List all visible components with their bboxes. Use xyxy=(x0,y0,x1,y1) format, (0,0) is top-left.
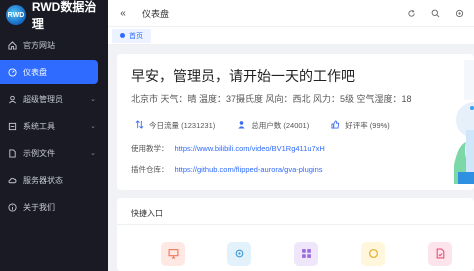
sidebar-item-super-admin[interactable]: 超级管理员 ⌄ xyxy=(0,87,102,111)
chevron-down-icon: ⌄ xyxy=(90,123,96,130)
plugin-link[interactable]: https://github.com/flipped-aurora/gva-pl… xyxy=(175,165,323,174)
tool-icon xyxy=(8,122,17,131)
collapse-sidebar-icon[interactable]: « xyxy=(108,8,138,19)
stat-label: 总用户数 (24001) xyxy=(251,121,310,130)
breadcrumb: 仪表盘 xyxy=(142,8,170,19)
brand-name: RWD数据治理 xyxy=(31,0,97,31)
sidebar-item-sample-files[interactable]: 示例文件 ⌄ xyxy=(0,141,102,165)
dashboard-illustration xyxy=(454,60,474,184)
sidebar: RWD RWD数据治理 官方网站 仪表盘 超级管理员 ⌄ 系统工具 ⌄ 示例文件… xyxy=(0,0,108,271)
chevron-down-icon: ⌄ xyxy=(90,96,96,103)
cloud-icon xyxy=(8,176,17,185)
sidebar-menu: 官方网站 仪表盘 超级管理员 ⌄ 系统工具 ⌄ 示例文件 ⌄ 服务器状态 关于我… xyxy=(0,33,108,219)
sidebar-item-dashboard[interactable]: 仪表盘 xyxy=(0,60,98,84)
tab-label: 首页 xyxy=(129,32,143,40)
quick-entry-title: 快捷入口 xyxy=(131,209,163,218)
stats-row: 今日流量 (1231231) 总用户数 (24001) 好评率 (99%) xyxy=(135,120,390,131)
monitor-icon xyxy=(168,248,179,261)
settings-icon xyxy=(234,248,245,261)
users-icon xyxy=(237,120,246,131)
doc-icon xyxy=(435,248,446,261)
active-dot-icon xyxy=(120,33,125,38)
user-icon xyxy=(8,95,17,104)
dashboard-icon xyxy=(8,67,17,77)
top-header: « 仪表盘 xyxy=(108,0,474,27)
stat-label: 今日流量 (1231231) xyxy=(149,121,216,130)
sidebar-item-about[interactable]: 关于我们 xyxy=(0,195,102,219)
like-icon xyxy=(331,120,340,131)
tab-home[interactable]: 首页 xyxy=(112,28,151,43)
tutorial-label: 使用教学： xyxy=(131,144,169,153)
quick-entry-card: 快捷入口 xyxy=(117,198,474,271)
settings-gear-icon[interactable] xyxy=(454,9,464,18)
sidebar-item-label: 关于我们 xyxy=(23,202,55,212)
chevron-down-icon: ⌄ xyxy=(90,150,96,157)
tutorial-link[interactable]: https://www.bilibili.com/video/BV1Rg411u… xyxy=(175,144,325,153)
plugin-label: 插件仓库： xyxy=(131,165,169,174)
sidebar-item-label: 超级管理员 xyxy=(23,94,63,104)
quick-doc-button[interactable] xyxy=(428,242,452,266)
header-tools xyxy=(406,9,474,18)
stat-users: 总用户数 (24001) xyxy=(237,120,309,131)
quick-grid-button[interactable] xyxy=(294,242,318,266)
tutorial-row: 使用教学： https://www.bilibili.com/video/BV1R… xyxy=(131,143,325,154)
sidebar-item-official-site[interactable]: 官方网站 xyxy=(0,33,102,57)
brand[interactable]: RWD RWD数据治理 xyxy=(0,0,108,31)
sidebar-item-label: 官方网站 xyxy=(23,40,55,50)
traffic-icon xyxy=(135,120,144,131)
sidebar-item-server-status[interactable]: 服务器状态 xyxy=(0,168,102,192)
sidebar-item-label: 服务器状态 xyxy=(23,175,63,185)
stat-traffic: 今日流量 (1231231) xyxy=(135,120,215,131)
quick-circle-button[interactable] xyxy=(361,242,385,266)
circle-icon xyxy=(368,248,379,261)
divider xyxy=(117,224,474,225)
refresh-icon[interactable] xyxy=(406,9,416,18)
grid-icon xyxy=(301,248,312,261)
quick-settings-button[interactable] xyxy=(227,242,251,266)
plugin-row: 插件仓库： https://github.com/flipped-aurora/g… xyxy=(131,164,323,175)
sidebar-item-label: 示例文件 xyxy=(23,148,55,158)
welcome-card: 早安，管理员，请开始一天的工作吧 北京市 天气：晴 温度：37摄氏度 风向：西北… xyxy=(117,54,474,190)
info-icon xyxy=(8,202,17,212)
weather-info: 北京市 天气：晴 温度：37摄氏度 风向：西北 风力：5级 空气湿度：18 xyxy=(131,94,412,104)
sidebar-item-label: 仪表盘 xyxy=(23,67,47,77)
stat-rating: 好评率 (99%) xyxy=(331,120,390,131)
greeting-title: 早安，管理员，请开始一天的工作吧 xyxy=(131,68,355,84)
stat-label: 好评率 (99%) xyxy=(345,121,390,130)
sidebar-item-label: 系统工具 xyxy=(23,121,55,131)
home-icon xyxy=(8,40,17,50)
file-icon xyxy=(8,148,17,158)
logo: RWD xyxy=(6,5,26,25)
tab-bar: 首页 xyxy=(108,27,474,45)
search-icon[interactable] xyxy=(430,9,440,18)
quick-monitor-button[interactable] xyxy=(161,242,185,266)
sidebar-item-system-tools[interactable]: 系统工具 ⌄ xyxy=(0,114,102,138)
